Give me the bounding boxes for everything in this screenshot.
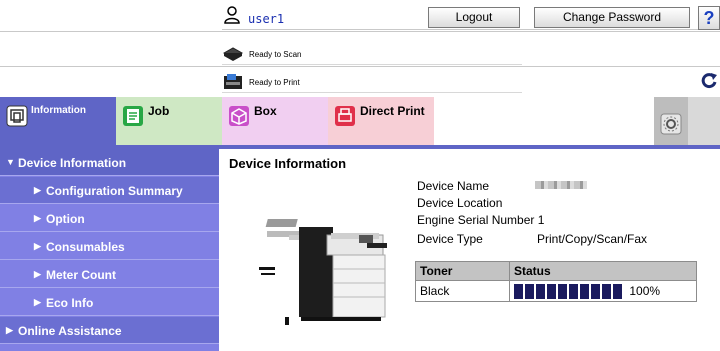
scan-status-text: Ready to Scan bbox=[249, 50, 302, 59]
device-type-value: Print/Copy/Scan/Fax bbox=[537, 232, 648, 246]
sidebar-item-consumables[interactable]: ▶ Consumables bbox=[0, 233, 219, 260]
tab-direct-print[interactable]: Direct Print bbox=[328, 97, 434, 145]
toner-segment bbox=[613, 283, 622, 299]
sidebar-item-label: Meter Count bbox=[46, 268, 116, 282]
print-status: Ready to Print bbox=[222, 73, 522, 93]
help-button[interactable]: ? bbox=[698, 6, 720, 30]
sidebar: ▼ Device Information ▶ Configuration Sum… bbox=[0, 149, 219, 351]
toner-table: Toner Status Black 100% bbox=[415, 261, 697, 302]
printer-icon bbox=[224, 74, 242, 89]
toner-segment bbox=[602, 283, 611, 299]
toner-segment bbox=[536, 283, 545, 299]
triangle-right-icon: ▶ bbox=[34, 269, 41, 279]
sidebar-item-label: Consumables bbox=[46, 240, 125, 254]
main-tabs: Information Job Box Direct Print bbox=[0, 97, 720, 145]
sidebar-item-label: Configuration Summary bbox=[46, 184, 183, 198]
triangle-right-icon: ▶ bbox=[34, 297, 41, 307]
tab-job-label: Job bbox=[148, 104, 170, 118]
toner-segment bbox=[580, 283, 589, 299]
header: user1 Logout Change Password ? Ready to … bbox=[0, 0, 720, 97]
sidebar-item-meter-count[interactable]: ▶ Meter Count bbox=[0, 261, 219, 288]
tab-information-label: Information bbox=[31, 105, 86, 116]
user-name[interactable]: user1 bbox=[248, 12, 284, 26]
settings-icon bbox=[660, 113, 682, 135]
tab-spacer bbox=[434, 97, 654, 145]
sidebar-item-label: Option bbox=[46, 212, 85, 226]
toner-level-bar bbox=[514, 283, 622, 299]
triangle-right-icon: ▶ bbox=[6, 325, 13, 335]
toner-segment bbox=[514, 283, 523, 299]
toner-level-text: 100% bbox=[629, 284, 661, 299]
toner-status: 100% bbox=[509, 280, 697, 302]
toner-segment bbox=[525, 283, 534, 299]
sidebar-item-label: Online Assistance bbox=[18, 324, 122, 338]
engine-serial-label: Engine Serial Number 1 bbox=[417, 213, 545, 227]
tab-box-label: Box bbox=[254, 104, 277, 118]
tab-box[interactable]: Box bbox=[222, 97, 328, 145]
toner-segment bbox=[569, 283, 578, 299]
tab-information[interactable]: Information bbox=[0, 97, 116, 145]
triangle-down-icon: ▼ bbox=[6, 157, 15, 167]
sidebar-item-configuration-summary[interactable]: ▶ Configuration Summary bbox=[0, 177, 219, 204]
sidebar-item-online-assistance[interactable]: ▶ Online Assistance bbox=[0, 317, 219, 344]
toner-segment bbox=[591, 283, 600, 299]
change-password-button[interactable]: Change Password bbox=[534, 7, 690, 28]
toner-column-header: Toner bbox=[415, 261, 510, 281]
sidebar-item-eco-info[interactable]: ▶ Eco Info bbox=[0, 289, 219, 316]
job-icon bbox=[123, 106, 143, 126]
box-icon bbox=[229, 106, 249, 126]
table-row: Black 100% bbox=[415, 280, 697, 302]
tab-direct-print-label: Direct Print bbox=[360, 104, 425, 118]
tab-settings[interactable] bbox=[654, 97, 688, 145]
tab-job[interactable]: Job bbox=[116, 97, 222, 145]
refresh-icon[interactable] bbox=[700, 71, 718, 89]
device-name-value-redacted bbox=[535, 181, 587, 189]
status-column-header: Status bbox=[509, 261, 697, 281]
toner-name: Black bbox=[415, 280, 510, 302]
triangle-right-icon: ▶ bbox=[34, 241, 41, 251]
user-bar: user1 Logout Change Password ? bbox=[222, 4, 720, 30]
divider bbox=[0, 66, 720, 67]
device-name-label: Device Name bbox=[417, 179, 490, 193]
divider bbox=[0, 31, 720, 32]
page-title: Device Information bbox=[229, 156, 347, 171]
sidebar-item-label: Eco Info bbox=[46, 296, 94, 310]
device-location-label: Device Location bbox=[417, 196, 503, 210]
sidebar-item-option[interactable]: ▶ Option bbox=[0, 205, 219, 232]
table-header-row: Toner Status bbox=[415, 261, 697, 281]
logout-button[interactable]: Logout bbox=[428, 7, 520, 28]
information-icon bbox=[6, 105, 28, 127]
device-type-label: Device Type bbox=[417, 232, 483, 246]
user-icon bbox=[224, 6, 240, 24]
direct-print-icon bbox=[335, 106, 355, 126]
tab-more[interactable] bbox=[688, 97, 720, 145]
print-status-text: Ready to Print bbox=[249, 78, 300, 87]
scan-status: Ready to Scan bbox=[222, 45, 522, 65]
sidebar-item-label: Device Information bbox=[18, 156, 127, 170]
triangle-right-icon: ▶ bbox=[34, 213, 41, 223]
device-image bbox=[259, 219, 387, 325]
scanner-icon bbox=[222, 47, 244, 61]
sidebar-item-device-information[interactable]: ▼ Device Information bbox=[0, 149, 219, 176]
triangle-right-icon: ▶ bbox=[34, 185, 41, 195]
main-content: Device Information Device Name Device Lo… bbox=[219, 149, 720, 351]
toner-segment bbox=[547, 283, 556, 299]
sidebar-filler bbox=[0, 345, 219, 351]
toner-segment bbox=[558, 283, 567, 299]
